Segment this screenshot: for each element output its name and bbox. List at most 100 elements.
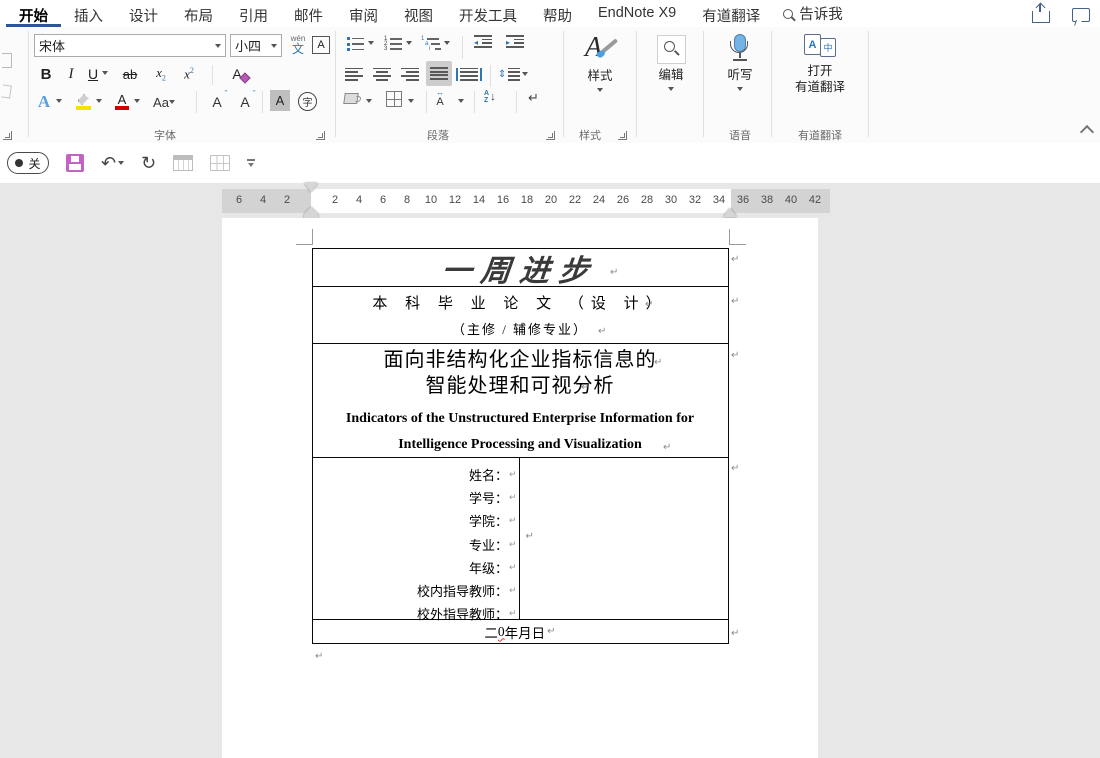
paragraph-mark: ↵: [509, 585, 517, 596]
tab-insert[interactable]: 插入: [61, 0, 116, 27]
borders-dropdown[interactable]: [408, 99, 414, 103]
field-row-major[interactable]: 专业：↵: [313, 533, 519, 556]
text-effects-button[interactable]: A: [33, 89, 55, 115]
dictate-button[interactable]: 听写: [712, 34, 768, 91]
justify-button[interactable]: [426, 61, 452, 86]
tab-endnote[interactable]: EndNote X9: [585, 0, 689, 27]
font-color-button[interactable]: A: [112, 89, 132, 115]
highlight-color-button[interactable]: [72, 89, 94, 115]
subtitle-row[interactable]: 本 科 毕 业 论 文 （设 计） （主修 / 辅修专业）: [313, 287, 728, 344]
borders-button[interactable]: [386, 91, 402, 107]
comments-icon[interactable]: [1072, 8, 1090, 22]
title-row[interactable]: 面向非结构化企业指标信息的 智能处理和可视分析 Indicators of th…: [313, 344, 728, 458]
document-page[interactable]: 一周进步 本 科 毕 业 论 文 （设 计） （主修 / 辅修专业） 面向非结构…: [222, 218, 818, 758]
multilevel-list-button[interactable]: 1 a i: [420, 34, 442, 54]
font-color-dropdown[interactable]: [134, 99, 140, 103]
tab-references[interactable]: 引用: [226, 0, 281, 27]
change-case-button[interactable]: Aa: [152, 89, 176, 115]
subscript-button[interactable]: x2: [150, 63, 172, 85]
ruler-number: 6: [231, 194, 247, 206]
strikethrough-button[interactable]: ab: [118, 63, 142, 85]
insert-table-button[interactable]: [210, 155, 230, 171]
character-border-button[interactable]: A: [312, 36, 330, 54]
decrease-indent-button[interactable]: ◂: [474, 35, 492, 48]
clipboard-dialog-launcher[interactable]: [3, 131, 12, 140]
gridlines-button[interactable]: [173, 155, 193, 171]
tab-home[interactable]: 开始: [6, 0, 61, 27]
show-marks-button[interactable]: ↵: [528, 90, 539, 106]
shrink-font-button[interactable]: Aˇ: [234, 89, 256, 115]
superscript-button[interactable]: x2: [178, 63, 200, 85]
shading-dropdown[interactable]: [366, 99, 372, 103]
text-effects-dropdown[interactable]: [56, 99, 62, 103]
right-indent-marker[interactable]: [723, 208, 737, 217]
tab-view[interactable]: 视图: [391, 0, 446, 27]
multilevel-list-dropdown[interactable]: [444, 41, 450, 45]
highlight-color-dropdown[interactable]: [96, 99, 102, 103]
underline-button[interactable]: U: [84, 63, 102, 85]
underline-dropdown[interactable]: [102, 71, 108, 75]
tell-me[interactable]: 告诉我: [783, 3, 843, 24]
ruler-number: 2: [279, 194, 295, 206]
grow-font-button[interactable]: Aˆ: [206, 89, 228, 115]
logo-row[interactable]: 一周进步: [313, 249, 728, 287]
align-center-button[interactable]: [370, 63, 394, 85]
tab-design[interactable]: 设计: [116, 0, 171, 27]
asian-layout-dropdown[interactable]: [458, 99, 464, 103]
sort-button[interactable]: AZ ↓: [484, 90, 496, 104]
tab-youdao[interactable]: 有道翻译: [689, 0, 773, 27]
tab-mailings[interactable]: 邮件: [281, 0, 336, 27]
fields-row[interactable]: 姓名：↵学号：↵学院：↵专业：↵年级：↵校内指导教师：↵校外指导教师：↵ ↵: [313, 458, 728, 620]
field-row-student-id[interactable]: 学号：↵: [313, 486, 519, 509]
styles-dialog-launcher[interactable]: [618, 131, 627, 140]
ruler-number: 42: [807, 194, 823, 206]
collapse-ribbon-icon[interactable]: [1080, 125, 1094, 139]
field-row-student-name[interactable]: 姓名：↵: [313, 463, 519, 486]
toggle-switch[interactable]: 关: [7, 152, 49, 174]
tab-developer[interactable]: 开发工具: [446, 0, 530, 27]
font-group-label: 字体: [120, 127, 210, 143]
redo-button[interactable]: ↻: [141, 154, 156, 172]
styles-button[interactable]: A 样式: [572, 33, 628, 92]
numbering-button[interactable]: 1 2 3: [382, 34, 404, 54]
format-painter-icon[interactable]: [1, 84, 12, 98]
asian-layout-button[interactable]: ↔A: [436, 89, 444, 108]
increase-indent-button[interactable]: ▸: [506, 35, 524, 48]
shading-button[interactable]: [344, 93, 358, 104]
share-icon[interactable]: [1032, 11, 1050, 23]
field-row-grade[interactable]: 年级：↵: [313, 556, 519, 579]
field-values-column[interactable]: ↵: [519, 458, 728, 619]
character-shading-button[interactable]: A: [270, 90, 290, 111]
font-name-select[interactable]: 宋体: [34, 34, 226, 57]
date-row[interactable]: 二 0年月日↵: [313, 620, 728, 643]
font-size-select[interactable]: 小四: [230, 34, 282, 57]
align-left-button[interactable]: [342, 63, 366, 85]
asian-layout-icon: ↔A: [436, 89, 444, 108]
field-row-internal-advisor[interactable]: 校内指导教师：↵: [313, 579, 519, 602]
edit-button[interactable]: 编辑: [644, 35, 698, 91]
tab-review[interactable]: 审阅: [336, 0, 391, 27]
customize-qat-button[interactable]: [247, 159, 255, 167]
clipboard-icon[interactable]: [2, 53, 12, 68]
tab-help[interactable]: 帮助: [530, 0, 585, 27]
bullets-button[interactable]: [344, 34, 366, 54]
clear-formatting-button[interactable]: A: [224, 63, 250, 85]
font-dialog-launcher[interactable]: [316, 131, 325, 140]
open-youdao-translate-button[interactable]: 中 A 打开有道翻译: [780, 34, 860, 95]
enclose-characters-button[interactable]: 字: [298, 92, 317, 111]
italic-button[interactable]: I: [62, 63, 80, 85]
line-spacing-button[interactable]: ⇕: [498, 63, 528, 85]
paragraph-dialog-launcher[interactable]: [546, 131, 555, 140]
tab-layout[interactable]: 布局: [171, 0, 226, 27]
phonetic-guide-button[interactable]: wén 文: [286, 32, 310, 58]
bold-button[interactable]: B: [36, 63, 56, 85]
bullets-dropdown[interactable]: [368, 41, 374, 45]
save-button[interactable]: [66, 154, 84, 172]
numbering-dropdown[interactable]: [406, 41, 412, 45]
field-row-college[interactable]: 学院：↵: [313, 509, 519, 532]
distributed-button[interactable]: [456, 63, 482, 85]
undo-button[interactable]: ↶: [101, 154, 124, 172]
align-center-icon: [373, 68, 391, 81]
align-right-button[interactable]: [398, 63, 422, 85]
first-line-indent-marker[interactable]: [304, 183, 318, 192]
